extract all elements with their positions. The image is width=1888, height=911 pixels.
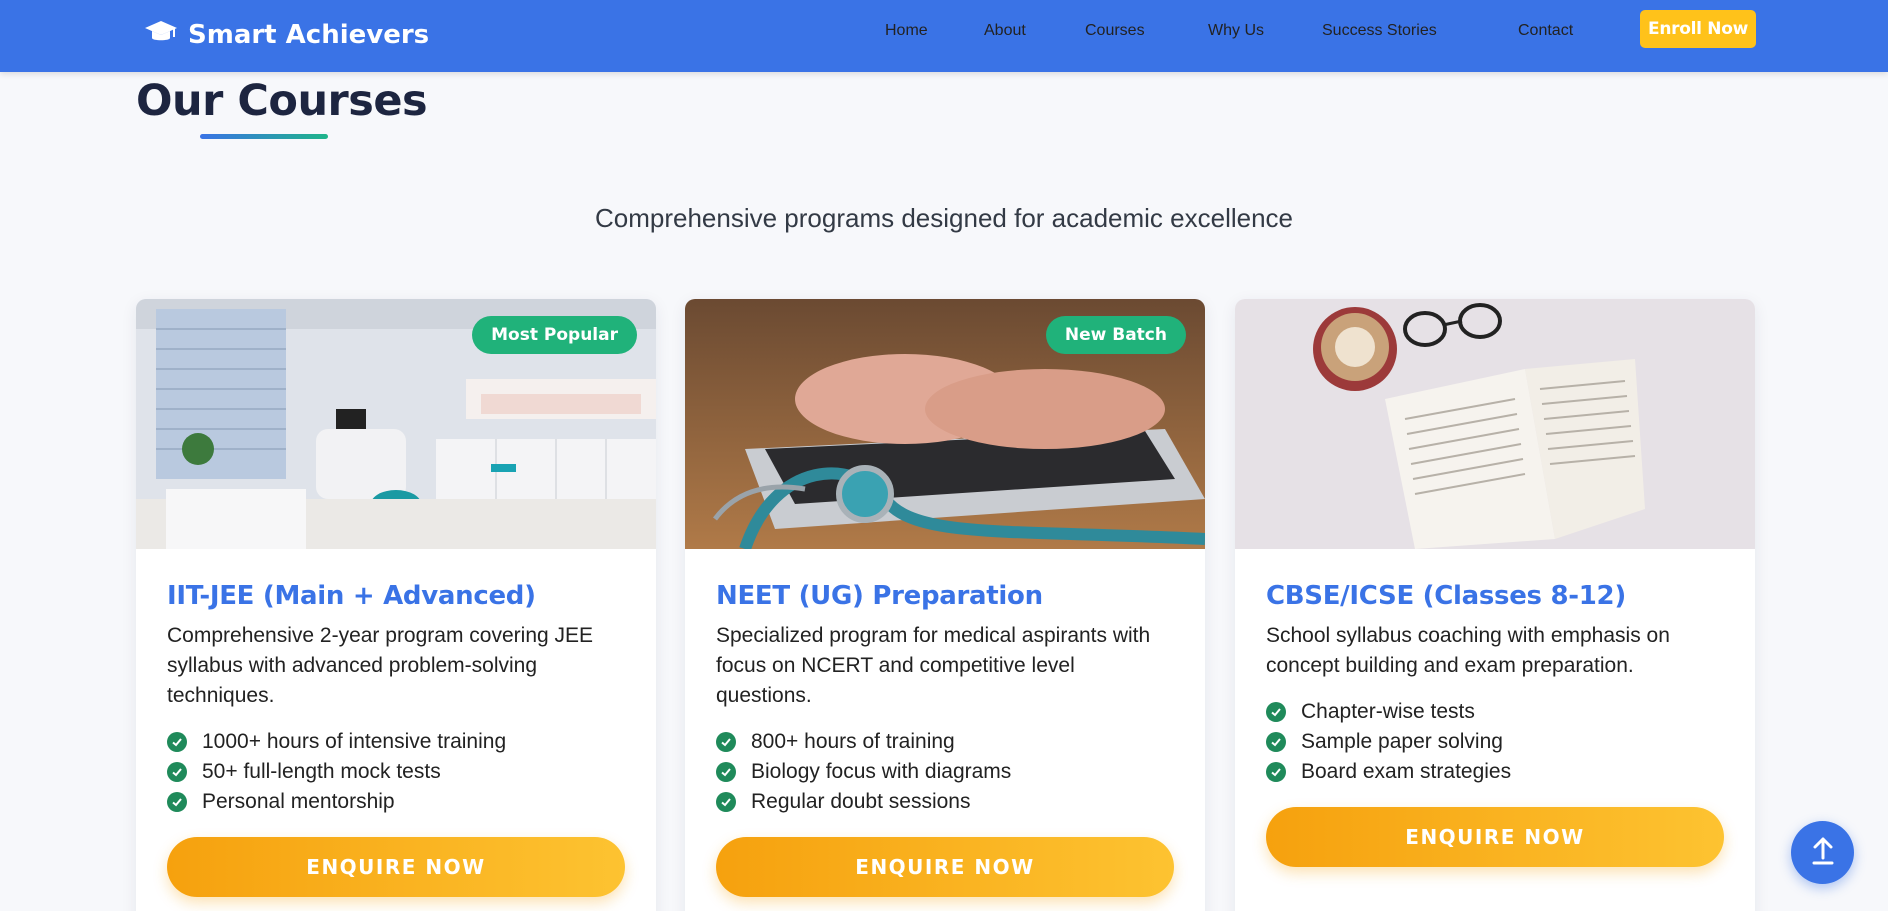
new-batch-badge: New Batch: [1045, 316, 1186, 354]
book-coffee-glasses-photo: [1235, 299, 1755, 549]
list-item: Sample paper solving: [1266, 727, 1724, 757]
nav-about[interactable]: About: [984, 22, 1026, 40]
list-item: Personal mentorship: [167, 787, 625, 817]
check-circle-icon: [716, 792, 736, 812]
course-image: [1235, 299, 1755, 549]
feature-text: Biology focus with diagrams: [751, 760, 1012, 783]
feature-text: 1000+ hours of intensive training: [202, 730, 507, 753]
back-to-top-button[interactable]: [1791, 821, 1854, 884]
course-description: School syllabus coaching with emphasis o…: [1266, 624, 1670, 677]
feature-list: 1000+ hours of intensive training 50+ fu…: [167, 727, 625, 817]
check-circle-icon: [167, 762, 187, 782]
section-title: Our Courses: [136, 76, 428, 126]
check-circle-icon: [1266, 702, 1286, 722]
course-image: New Batch: [685, 299, 1205, 549]
navbar: Smart Achievers Home About Courses Why U…: [0, 0, 1888, 72]
feature-text: Sample paper solving: [1301, 730, 1503, 753]
list-item: Chapter-wise tests: [1266, 697, 1724, 727]
nav-home[interactable]: Home: [885, 22, 928, 40]
graduation-cap-icon: [144, 19, 178, 52]
check-circle-icon: [1266, 762, 1286, 782]
nav-courses[interactable]: Courses: [1085, 22, 1145, 40]
enroll-now-button[interactable]: Enroll Now: [1640, 10, 1756, 48]
check-circle-icon: [1266, 732, 1286, 752]
list-item: 800+ hours of training: [716, 727, 1174, 757]
nav-success-stories[interactable]: Success Stories: [1322, 22, 1437, 40]
course-card-neet: New Batch NEET (UG) Preparation Speciali…: [685, 299, 1205, 911]
enquire-now-button[interactable]: ENQUIRE NOW: [716, 837, 1174, 897]
feature-list: 800+ hours of training Biology focus wit…: [716, 727, 1174, 817]
list-item: 1000+ hours of intensive training: [167, 727, 625, 757]
feature-text: Chapter-wise tests: [1301, 700, 1475, 723]
course-title: CBSE/ICSE (Classes 8-12): [1266, 581, 1626, 611]
course-image: Most Popular: [136, 299, 656, 549]
arrow-up-icon: [1810, 836, 1836, 869]
list-item: 50+ full-length mock tests: [167, 757, 625, 787]
course-title: IIT-JEE (Main + Advanced): [167, 581, 536, 611]
list-item: Board exam strategies: [1266, 757, 1724, 787]
feature-text: 50+ full-length mock tests: [202, 760, 441, 783]
enquire-now-button[interactable]: ENQUIRE NOW: [1266, 807, 1724, 867]
feature-text: 800+ hours of training: [751, 730, 955, 753]
check-circle-icon: [167, 792, 187, 812]
check-circle-icon: [716, 762, 736, 782]
brand-name: Smart Achievers: [188, 20, 430, 50]
check-circle-icon: [716, 732, 736, 752]
nav-contact[interactable]: Contact: [1518, 22, 1573, 40]
course-card-cbse-icse: CBSE/ICSE (Classes 8-12) School syllabus…: [1235, 299, 1755, 911]
course-card-iit-jee: Most Popular IIT-JEE (Main + Advanced) C…: [136, 299, 656, 911]
feature-list: Chapter-wise tests Sample paper solving …: [1266, 697, 1724, 787]
course-title: NEET (UG) Preparation: [716, 581, 1043, 611]
course-description: Comprehensive 2-year program covering JE…: [167, 624, 594, 707]
brand-logo[interactable]: Smart Achievers: [144, 0, 429, 70]
section-subtitle: Comprehensive programs designed for acad…: [594, 203, 1294, 233]
title-underline: [200, 134, 328, 139]
popular-badge: Most Popular: [472, 316, 637, 354]
feature-text: Personal mentorship: [202, 790, 395, 813]
feature-text: Board exam strategies: [1301, 760, 1512, 783]
list-item: Biology focus with diagrams: [716, 757, 1174, 787]
check-circle-icon: [167, 732, 187, 752]
enquire-now-button[interactable]: ENQUIRE NOW: [167, 837, 625, 897]
course-description: Specialized program for medical aspirant…: [716, 624, 1151, 707]
nav-why-us[interactable]: Why Us: [1208, 22, 1264, 40]
list-item: Regular doubt sessions: [716, 787, 1174, 817]
feature-text: Regular doubt sessions: [751, 790, 971, 813]
